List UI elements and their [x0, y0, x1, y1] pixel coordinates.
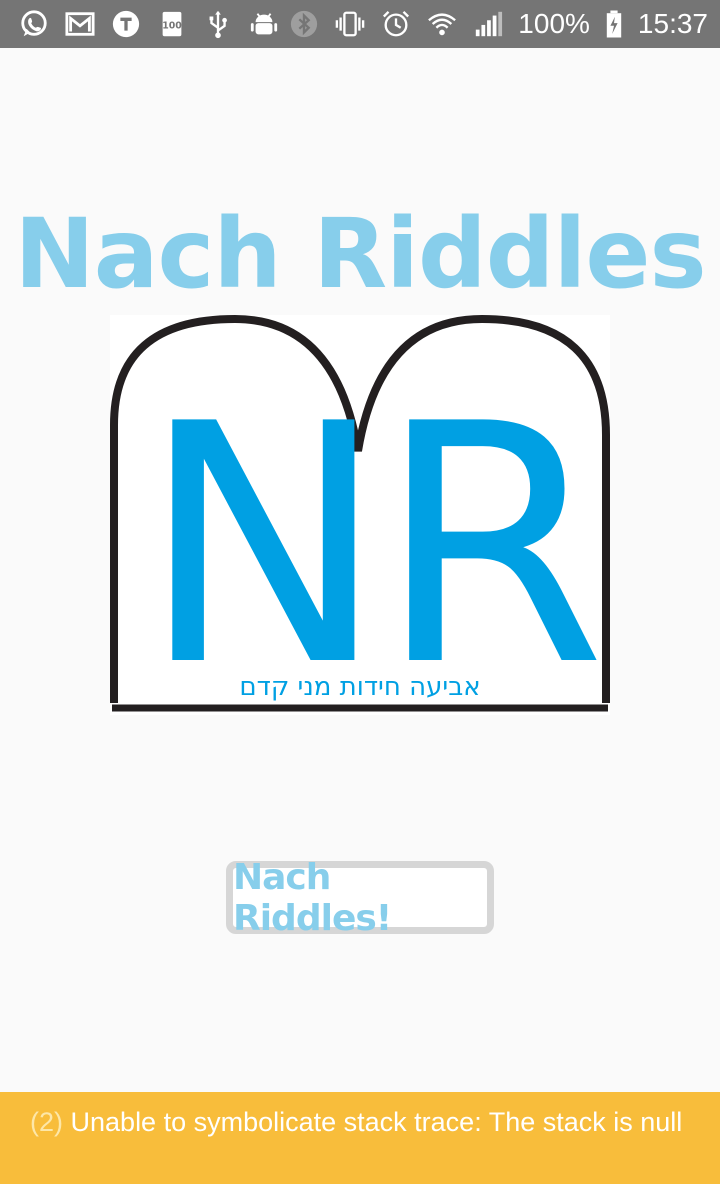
- system-indicators: 100% 15:37: [288, 8, 708, 40]
- gmail-icon: [64, 8, 96, 40]
- alarm-icon: [380, 8, 412, 40]
- whatsapp-icon: [18, 8, 50, 40]
- logo-letters: NR: [140, 354, 599, 715]
- signal-icon: [472, 8, 504, 40]
- warning-count: (2): [30, 1107, 63, 1137]
- app-title: Nach Riddles: [14, 198, 706, 310]
- clock: 15:37: [637, 8, 708, 39]
- usb-icon: [202, 8, 234, 40]
- storage-100-icon: 100: [156, 8, 188, 40]
- warning-message: Unable to symbolicate stack trace: The s…: [70, 1107, 683, 1137]
- svg-text:100: 100: [162, 21, 182, 32]
- logo-hebrew-tagline: אביעה חידות מני קדם: [239, 672, 480, 702]
- status-bar: 100 100% 15:37: [0, 0, 720, 48]
- app-logo: NR אביעה חידות מני קדם: [110, 315, 610, 715]
- nach-riddles-button[interactable]: Nach Riddles!: [226, 857, 494, 939]
- vibrate-icon: [334, 8, 366, 40]
- battery-percent: 100%: [518, 8, 590, 39]
- wifi-icon: [426, 8, 458, 40]
- battery-charging-icon: [604, 8, 624, 40]
- bluetooth-icon: [288, 8, 320, 40]
- yellow-box-warning[interactable]: (2) Unable to symbolicate stack trace: T…: [0, 1092, 720, 1184]
- telegram-icon: [110, 8, 142, 40]
- android-debug-icon: [248, 8, 280, 40]
- notification-icons: 100: [18, 8, 280, 40]
